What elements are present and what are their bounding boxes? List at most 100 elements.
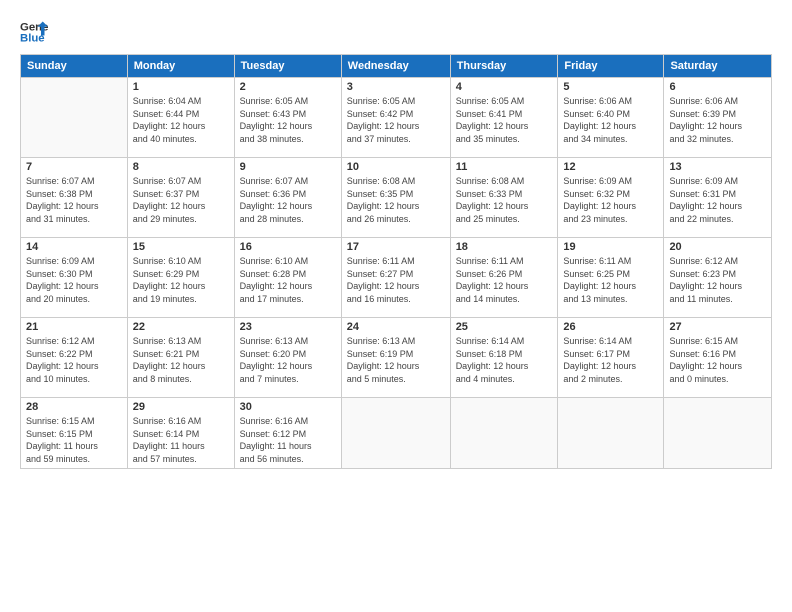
day-info: Sunrise: 6:05 AM Sunset: 6:42 PM Dayligh… — [347, 95, 445, 145]
calendar-cell: 29 Sunrise: 6:16 AM Sunset: 6:14 PM Dayli… — [127, 398, 234, 469]
calendar-cell: 11Sunrise: 6:08 AM Sunset: 6:33 PM Dayli… — [450, 158, 558, 238]
calendar-cell — [664, 398, 772, 469]
day-number: 16 — [240, 241, 336, 253]
calendar: SundayMondayTuesdayWednesdayThursdayFrid… — [20, 54, 772, 469]
day-info: Sunrise: 6:09 AM Sunset: 6:31 PM Dayligh… — [669, 175, 766, 225]
calendar-week-2: 7 Sunrise: 6:07 AM Sunset: 6:38 PM Daylig… — [21, 158, 772, 238]
weekday-header-thursday: Thursday — [450, 55, 558, 78]
page: General Blue SundayMondayTuesdayWednesda… — [0, 0, 792, 612]
day-number: 29 — [133, 401, 229, 413]
weekday-header-wednesday: Wednesday — [341, 55, 450, 78]
day-info: Sunrise: 6:10 AM Sunset: 6:28 PM Dayligh… — [240, 255, 336, 305]
calendar-cell: 27Sunrise: 6:15 AM Sunset: 6:16 PM Dayli… — [664, 318, 772, 398]
day-number: 26 — [563, 321, 658, 333]
calendar-cell — [341, 398, 450, 469]
calendar-cell — [450, 398, 558, 469]
day-info: Sunrise: 6:12 AM Sunset: 6:23 PM Dayligh… — [669, 255, 766, 305]
day-info: Sunrise: 6:11 AM Sunset: 6:25 PM Dayligh… — [563, 255, 658, 305]
day-number: 12 — [563, 161, 658, 173]
calendar-cell: 30 Sunrise: 6:16 AM Sunset: 6:12 PM Dayli… — [234, 398, 341, 469]
day-number: 6 — [669, 81, 766, 93]
day-info: Sunrise: 6:15 AM Sunset: 6:15 PM Dayligh… — [26, 415, 122, 465]
day-number: 19 — [563, 241, 658, 253]
calendar-cell: 21 Sunrise: 6:12 AM Sunset: 6:22 PM Dayli… — [21, 318, 128, 398]
day-number: 30 — [240, 401, 336, 413]
calendar-cell: 24Sunrise: 6:13 AM Sunset: 6:19 PM Dayli… — [341, 318, 450, 398]
calendar-cell: 14Sunrise: 6:09 AM Sunset: 6:30 PM Dayli… — [21, 238, 128, 318]
calendar-cell: 25Sunrise: 6:14 AM Sunset: 6:18 PM Dayli… — [450, 318, 558, 398]
day-info: Sunrise: 6:07 AM Sunset: 6:36 PM Dayligh… — [240, 175, 336, 225]
calendar-cell: 20 Sunrise: 6:12 AM Sunset: 6:23 PM Dayli… — [664, 238, 772, 318]
day-info: Sunrise: 6:09 AM Sunset: 6:32 PM Dayligh… — [563, 175, 658, 225]
day-number: 13 — [669, 161, 766, 173]
day-info: Sunrise: 6:14 AM Sunset: 6:17 PM Dayligh… — [563, 335, 658, 385]
calendar-week-5: 28 Sunrise: 6:15 AM Sunset: 6:15 PM Dayli… — [21, 398, 772, 469]
calendar-cell: 5 Sunrise: 6:06 AM Sunset: 6:40 PM Daylig… — [558, 78, 664, 158]
calendar-cell: 3 Sunrise: 6:05 AM Sunset: 6:42 PM Daylig… — [341, 78, 450, 158]
day-number: 23 — [240, 321, 336, 333]
calendar-cell: 6 Sunrise: 6:06 AM Sunset: 6:39 PM Daylig… — [664, 78, 772, 158]
calendar-cell: 28 Sunrise: 6:15 AM Sunset: 6:15 PM Dayli… — [21, 398, 128, 469]
logo-icon: General Blue — [20, 18, 48, 46]
header: General Blue — [20, 18, 772, 46]
day-info: Sunrise: 6:09 AM Sunset: 6:30 PM Dayligh… — [26, 255, 122, 305]
day-number: 8 — [133, 161, 229, 173]
calendar-cell — [21, 78, 128, 158]
calendar-cell: 17 Sunrise: 6:11 AM Sunset: 6:27 PM Dayli… — [341, 238, 450, 318]
day-number: 21 — [26, 321, 122, 333]
day-info: Sunrise: 6:06 AM Sunset: 6:39 PM Dayligh… — [669, 95, 766, 145]
day-number: 2 — [240, 81, 336, 93]
day-info: Sunrise: 6:11 AM Sunset: 6:26 PM Dayligh… — [456, 255, 553, 305]
weekday-header-monday: Monday — [127, 55, 234, 78]
day-number: 15 — [133, 241, 229, 253]
day-info: Sunrise: 6:06 AM Sunset: 6:40 PM Dayligh… — [563, 95, 658, 145]
calendar-cell: 7 Sunrise: 6:07 AM Sunset: 6:38 PM Daylig… — [21, 158, 128, 238]
day-info: Sunrise: 6:07 AM Sunset: 6:38 PM Dayligh… — [26, 175, 122, 225]
calendar-cell: 2 Sunrise: 6:05 AM Sunset: 6:43 PM Daylig… — [234, 78, 341, 158]
day-info: Sunrise: 6:08 AM Sunset: 6:35 PM Dayligh… — [347, 175, 445, 225]
calendar-cell: 10Sunrise: 6:08 AM Sunset: 6:35 PM Dayli… — [341, 158, 450, 238]
day-number: 22 — [133, 321, 229, 333]
day-info: Sunrise: 6:07 AM Sunset: 6:37 PM Dayligh… — [133, 175, 229, 225]
day-info: Sunrise: 6:04 AM Sunset: 6:44 PM Dayligh… — [133, 95, 229, 145]
day-number: 7 — [26, 161, 122, 173]
day-number: 28 — [26, 401, 122, 413]
calendar-cell: 18Sunrise: 6:11 AM Sunset: 6:26 PM Dayli… — [450, 238, 558, 318]
day-number: 17 — [347, 241, 445, 253]
calendar-cell: 23 Sunrise: 6:13 AM Sunset: 6:20 PM Dayli… — [234, 318, 341, 398]
calendar-cell: 22 Sunrise: 6:13 AM Sunset: 6:21 PM Dayli… — [127, 318, 234, 398]
day-number: 4 — [456, 81, 553, 93]
day-info: Sunrise: 6:16 AM Sunset: 6:12 PM Dayligh… — [240, 415, 336, 465]
calendar-week-3: 14Sunrise: 6:09 AM Sunset: 6:30 PM Dayli… — [21, 238, 772, 318]
calendar-cell: 15Sunrise: 6:10 AM Sunset: 6:29 PM Dayli… — [127, 238, 234, 318]
day-info: Sunrise: 6:16 AM Sunset: 6:14 PM Dayligh… — [133, 415, 229, 465]
day-info: Sunrise: 6:08 AM Sunset: 6:33 PM Dayligh… — [456, 175, 553, 225]
day-number: 25 — [456, 321, 553, 333]
calendar-cell: 12 Sunrise: 6:09 AM Sunset: 6:32 PM Dayli… — [558, 158, 664, 238]
calendar-cell: 26 Sunrise: 6:14 AM Sunset: 6:17 PM Dayli… — [558, 318, 664, 398]
calendar-cell — [558, 398, 664, 469]
weekday-header-saturday: Saturday — [664, 55, 772, 78]
day-info: Sunrise: 6:05 AM Sunset: 6:41 PM Dayligh… — [456, 95, 553, 145]
day-number: 24 — [347, 321, 445, 333]
day-info: Sunrise: 6:05 AM Sunset: 6:43 PM Dayligh… — [240, 95, 336, 145]
day-number: 3 — [347, 81, 445, 93]
weekday-header-sunday: Sunday — [21, 55, 128, 78]
weekday-header-row: SundayMondayTuesdayWednesdayThursdayFrid… — [21, 55, 772, 78]
day-number: 5 — [563, 81, 658, 93]
day-info: Sunrise: 6:15 AM Sunset: 6:16 PM Dayligh… — [669, 335, 766, 385]
calendar-cell: 9 Sunrise: 6:07 AM Sunset: 6:36 PM Daylig… — [234, 158, 341, 238]
calendar-week-1: 1 Sunrise: 6:04 AM Sunset: 6:44 PM Daylig… — [21, 78, 772, 158]
day-info: Sunrise: 6:13 AM Sunset: 6:21 PM Dayligh… — [133, 335, 229, 385]
day-number: 9 — [240, 161, 336, 173]
day-number: 1 — [133, 81, 229, 93]
day-info: Sunrise: 6:11 AM Sunset: 6:27 PM Dayligh… — [347, 255, 445, 305]
calendar-cell: 4 Sunrise: 6:05 AM Sunset: 6:41 PM Daylig… — [450, 78, 558, 158]
calendar-cell: 16 Sunrise: 6:10 AM Sunset: 6:28 PM Dayli… — [234, 238, 341, 318]
calendar-cell: 8 Sunrise: 6:07 AM Sunset: 6:37 PM Daylig… — [127, 158, 234, 238]
calendar-cell: 19 Sunrise: 6:11 AM Sunset: 6:25 PM Dayli… — [558, 238, 664, 318]
day-info: Sunrise: 6:13 AM Sunset: 6:20 PM Dayligh… — [240, 335, 336, 385]
weekday-header-tuesday: Tuesday — [234, 55, 341, 78]
day-number: 20 — [669, 241, 766, 253]
day-info: Sunrise: 6:12 AM Sunset: 6:22 PM Dayligh… — [26, 335, 122, 385]
